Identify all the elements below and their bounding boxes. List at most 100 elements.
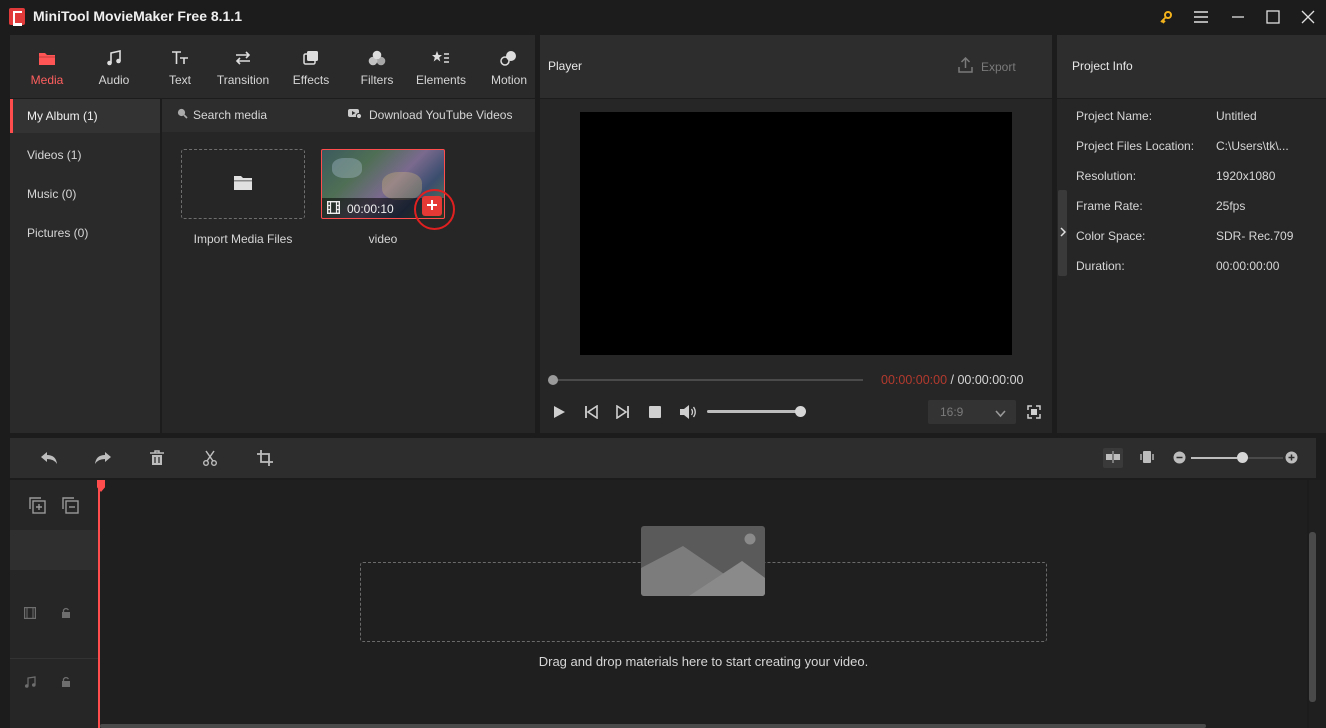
thumbnail-detail xyxy=(332,158,362,178)
effects-icon xyxy=(300,47,322,69)
split-button[interactable] xyxy=(202,450,218,469)
tab-effects[interactable]: Effects xyxy=(288,35,334,98)
maximize-icon[interactable] xyxy=(1262,6,1284,28)
export-button[interactable]: Export xyxy=(958,56,1016,76)
tab-elements[interactable]: Elements xyxy=(413,35,469,98)
album-sidebar: My Album (1) Videos (1) Music (0) Pictur… xyxy=(10,99,160,433)
timeline-scrollbar[interactable] xyxy=(1309,480,1326,728)
next-frame-button[interactable] xyxy=(616,404,630,422)
volume-slider[interactable] xyxy=(707,410,801,413)
crop-button[interactable] xyxy=(257,450,273,469)
tab-audio-label: Audio xyxy=(98,72,130,87)
export-icon xyxy=(958,56,973,76)
title-bar: MiniTool MovieMaker Free 8.1.1 xyxy=(0,0,1326,34)
zoom-in-icon xyxy=(1285,451,1298,467)
lock-icon[interactable] xyxy=(61,676,71,691)
info-label-location: Project Files Location: xyxy=(1076,139,1195,153)
folder-icon xyxy=(233,174,253,194)
tab-audio[interactable]: Audio xyxy=(92,35,136,98)
tab-text[interactable]: Text xyxy=(160,35,200,98)
plus-icon xyxy=(427,199,437,213)
add-track-button[interactable] xyxy=(29,497,46,517)
hamburger-icon[interactable] xyxy=(1190,6,1212,28)
volume-handle[interactable] xyxy=(795,406,806,417)
playhead-line[interactable] xyxy=(98,480,100,728)
film-strip-icon xyxy=(326,200,341,217)
app-logo-icon xyxy=(9,8,25,26)
lock-icon[interactable] xyxy=(61,607,71,622)
close-icon[interactable] xyxy=(1297,6,1319,28)
tab-media-label: Media xyxy=(30,72,64,87)
scissors-icon xyxy=(202,450,218,469)
playback-progress-track[interactable] xyxy=(553,379,863,381)
stop-icon xyxy=(649,406,661,421)
delete-button[interactable] xyxy=(149,450,165,469)
chevron-right-icon xyxy=(1059,226,1066,240)
zoom-handle[interactable] xyxy=(1237,452,1248,463)
app-title: MiniTool MovieMaker Free 8.1.1 xyxy=(33,8,243,24)
fullscreen-button[interactable] xyxy=(1027,405,1041,422)
fullscreen-icon xyxy=(1027,405,1041,422)
playback-progress-handle[interactable] xyxy=(548,375,558,385)
chevron-down-icon xyxy=(995,407,1006,421)
motion-icon xyxy=(498,47,520,69)
timeline-toolbar xyxy=(10,438,1316,478)
snap-button[interactable] xyxy=(1103,448,1123,468)
export-label: Export xyxy=(981,59,1016,74)
info-label-duration: Duration: xyxy=(1076,259,1125,273)
tab-media[interactable]: Media xyxy=(25,35,69,98)
player-title: Player xyxy=(548,59,583,73)
search-icon xyxy=(177,108,188,122)
download-youtube-button[interactable]: Download YouTube Videos xyxy=(348,108,512,122)
sidebar-item-music[interactable]: Music (0) xyxy=(10,177,160,211)
play-icon xyxy=(552,406,566,422)
youtube-download-icon xyxy=(348,108,363,122)
previous-frame-button[interactable] xyxy=(584,404,598,422)
volume-button[interactable] xyxy=(679,405,697,422)
collapse-panel-button[interactable] xyxy=(1058,190,1067,276)
dropzone-hint: Drag and drop materials here to start cr… xyxy=(538,654,869,669)
thumbnail-detail xyxy=(382,172,422,200)
zoom-out-icon xyxy=(1173,451,1186,467)
tab-text-label: Text xyxy=(168,72,191,87)
text-icon xyxy=(169,47,191,69)
aspect-ratio-value: 16:9 xyxy=(940,405,964,419)
total-time: 00:00:00:00 xyxy=(957,373,1024,387)
redo-icon xyxy=(93,452,113,469)
audio-track-button[interactable] xyxy=(1140,450,1154,467)
tab-transition[interactable]: Transition xyxy=(212,35,274,98)
add-to-timeline-button[interactable] xyxy=(422,196,442,216)
import-media-tile[interactable] xyxy=(181,149,305,219)
sidebar-item-my-album[interactable]: My Album (1) xyxy=(10,99,160,133)
search-media-button[interactable]: Search media xyxy=(177,108,267,122)
video-track-header xyxy=(10,590,98,638)
zoom-out-button[interactable] xyxy=(1173,451,1186,467)
tab-motion[interactable]: Motion xyxy=(485,35,533,98)
aspect-ratio-select[interactable]: 16:9 xyxy=(928,400,1016,424)
clip-duration: 00:00:10 xyxy=(347,202,394,216)
speaker-icon xyxy=(679,405,697,422)
info-label-color-space: Color Space: xyxy=(1076,229,1146,243)
info-value-location: C:\Users\tk\... xyxy=(1216,139,1289,153)
project-info-header: Project Info xyxy=(1057,35,1326,98)
play-button[interactable] xyxy=(552,405,566,422)
horizontal-scrollbar[interactable] xyxy=(100,724,1206,728)
minimize-icon[interactable] xyxy=(1227,6,1249,28)
music-track-icon xyxy=(24,676,36,691)
sidebar-item-videos[interactable]: Videos (1) xyxy=(10,138,160,172)
zoom-in-button[interactable] xyxy=(1285,451,1298,467)
tab-effects-label: Effects xyxy=(292,72,330,87)
key-icon[interactable] xyxy=(1155,6,1177,28)
sidebar-item-pictures[interactable]: Pictures (0) xyxy=(10,216,160,250)
tab-filters-label: Filters xyxy=(360,72,394,87)
redo-button[interactable] xyxy=(93,450,113,469)
undo-button[interactable] xyxy=(39,450,59,469)
tab-filters[interactable]: Filters xyxy=(356,35,398,98)
stop-button[interactable] xyxy=(649,406,661,421)
scrollbar-thumb[interactable] xyxy=(1309,532,1316,702)
audio-track-header xyxy=(10,658,98,706)
remove-track-button[interactable] xyxy=(62,497,79,517)
info-value-color-space: SDR- Rec.709 xyxy=(1216,229,1294,243)
import-media-label: Import Media Files xyxy=(193,232,293,246)
zoom-fill xyxy=(1191,457,1237,459)
